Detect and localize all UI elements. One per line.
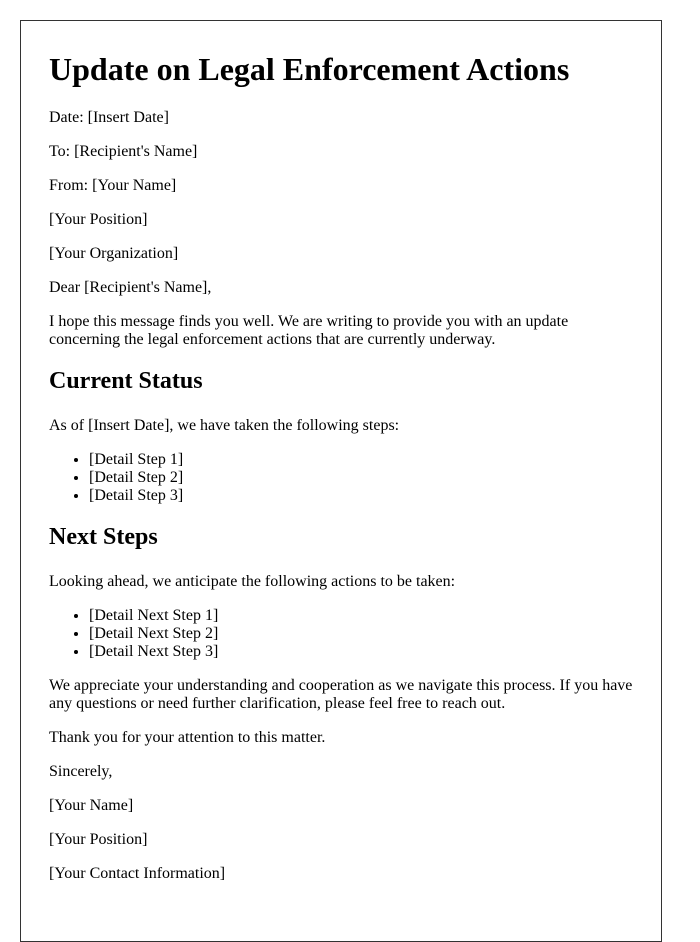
letter-title: Update on Legal Enforcement Actions xyxy=(49,51,570,87)
sign-off: Sincerely, xyxy=(49,763,113,780)
to-line: To: [Recipient's Name] xyxy=(49,143,198,160)
next-steps-list: [Detail Next Step 1] [Detail Next Step 2… xyxy=(49,607,633,661)
section-heading-current-status: Current Status xyxy=(49,368,203,394)
list-item: [Detail Step 2] xyxy=(89,469,633,487)
section-lead: Looking ahead, we anticipate the followi… xyxy=(49,573,456,590)
salutation: Dear [Recipient's Name], xyxy=(49,279,212,296)
list-item: [Detail Next Step 2] xyxy=(89,625,633,643)
closing-paragraph: We appreciate your understanding and coo… xyxy=(49,677,633,712)
list-item: [Detail Next Step 3] xyxy=(89,643,633,661)
intro-paragraph: I hope this message finds you well. We a… xyxy=(49,313,569,348)
position-line: [Your Position] xyxy=(49,211,148,228)
from-line: From: [Your Name] xyxy=(49,177,177,194)
list-item: [Detail Step 3] xyxy=(89,487,633,505)
list-item: [Detail Step 1] xyxy=(89,451,633,469)
signature-contact: [Your Contact Information] xyxy=(49,865,226,882)
date-line: Date: [Insert Date] xyxy=(49,109,169,126)
section-heading-next-steps: Next Steps xyxy=(49,524,158,550)
thanks-line: Thank you for your attention to this mat… xyxy=(49,729,326,746)
signature-name: [Your Name] xyxy=(49,797,134,814)
signature-position: [Your Position] xyxy=(49,831,148,848)
letter-container: Update on Legal Enforcement Actions Date… xyxy=(20,20,662,942)
current-steps-list: [Detail Step 1] [Detail Step 2] [Detail … xyxy=(49,451,633,505)
section-lead: As of [Insert Date], we have taken the f… xyxy=(49,417,400,434)
organization-line: [Your Organization] xyxy=(49,245,179,262)
list-item: [Detail Next Step 1] xyxy=(89,607,633,625)
